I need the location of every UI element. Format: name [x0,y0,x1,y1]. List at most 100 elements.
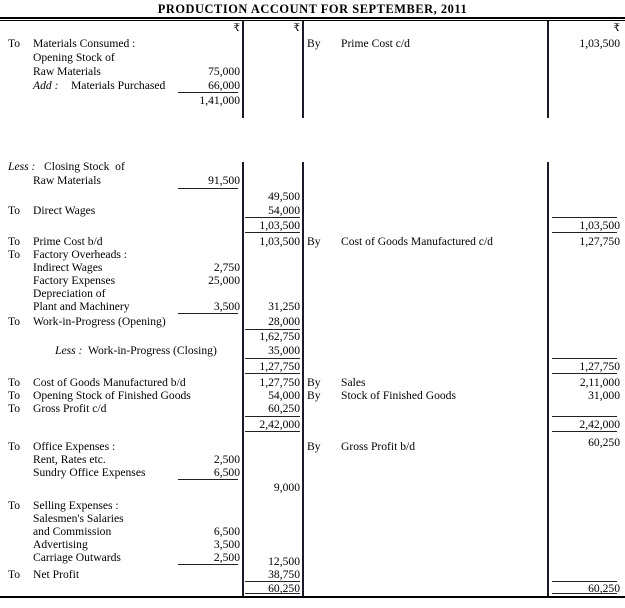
total-rule-below [245,232,300,234]
credit-amount-total: 2,42,000 [579,418,620,431]
divider-debit-credit-lower [302,162,304,596]
total-rule-above [245,416,300,418]
credit-amount: 31,000 [588,389,620,402]
credit-label: Prime Cost c/d [341,37,410,50]
total-rule-above [552,358,617,360]
debit-inner-amount: 66,000 [208,79,240,92]
debit-label: Plant and Machinery [33,300,130,313]
divider-inner-outer-upper [242,21,244,118]
debit-label: Rent, Rates etc. [33,453,106,466]
debit-label: Gross Profit c/d [33,402,107,415]
credit-prefix: By [307,389,321,402]
debit-inner-amount: 1,41,000 [199,94,240,107]
debit-label: Advertising [33,538,88,551]
debit-label: Opening Stock of [33,51,115,64]
subtotal-rule [178,188,238,190]
debit-outer-total: 1,03,500 [259,219,300,232]
debit-label: Materials Purchased [71,79,166,92]
debit-outer-amount: 9,000 [273,481,300,494]
subtotal-rule [178,564,238,566]
debit-outer-amount: 1,03,500 [259,235,300,248]
credit-amount: 1,03,500 [579,37,620,50]
debit-outer-amount: 1,62,750 [259,330,300,343]
credit-amount: 1,27,750 [579,235,620,248]
debit-label: Cost of Goods Manufactured b/d [33,376,186,389]
debit-prefix: To [8,499,21,512]
debit-prefix: To [8,376,21,389]
debit-prefix: To [8,248,21,261]
debit-inner-amount: 75,000 [208,65,240,78]
credit-prefix: By [307,37,321,50]
total-rule-below [245,431,300,433]
total-rule-below [245,373,300,375]
total-rule-above [552,217,617,219]
debit-label: Factory Expenses [33,274,116,287]
debit-label-italic: Less : [55,344,83,357]
debit-label: Carriage Outwards [33,551,121,564]
total-rule-above [552,416,617,418]
total-rule-below [552,431,617,433]
debit-label: Prime Cost b/d [33,235,103,248]
total-rule-below [552,593,617,595]
debit-label: Indirect Wages [33,261,103,274]
credit-label: Sales [341,376,366,389]
debit-outer-amount: 28,000 [268,315,300,328]
debit-prefix: To [8,402,21,415]
subtotal-rule [178,313,238,315]
debit-inner-amount: 2,500 [213,453,240,466]
debit-label: Factory Overheads : [33,248,128,261]
debit-label: Work-in-Progress (Opening) [33,315,166,328]
debit-label-italic: Less : [8,160,36,173]
debit-outer-amount: 35,000 [268,344,300,357]
debit-label: Closing Stock of [44,160,125,173]
credit-prefix: By [307,235,321,248]
debit-inner-amount: 2,750 [213,261,240,274]
debit-label: Opening Stock of Finished Goods [33,389,191,402]
credit-label: Gross Profit b/d [341,440,416,453]
debit-label: Selling Expenses : [33,499,119,512]
debit-label: Work-in-Progress (Closing) [88,344,217,357]
production-account-ledger: PRODUCTION ACCOUNT FOR SEPTEMBER, 2011 ₹… [0,0,625,608]
credit-amount: 2,11,000 [579,376,620,389]
credit-prefix: By [307,440,321,453]
subtotal-rule [178,479,238,481]
total-rule-above [245,358,300,360]
debit-prefix: To [8,315,21,328]
credit-column-header: ₹ [613,23,620,34]
debit-outer-amount: 38,750 [268,568,300,581]
outer-column-header: ₹ [293,23,300,34]
page-title: PRODUCTION ACCOUNT FOR SEPTEMBER, 2011 [157,2,468,16]
debit-prefix: To [8,568,21,581]
debit-prefix: To [8,37,21,50]
divider-credit-amount-upper [547,21,549,118]
debit-label: Sundry Office Expenses [33,466,146,479]
debit-label: Salesmen's Salaries [33,512,124,525]
debit-outer-total: 2,42,000 [259,418,300,431]
debit-outer-amount: 12,500 [268,555,300,568]
credit-prefix: By [307,376,321,389]
credit-label: Cost of Goods Manufactured c/d [341,235,493,248]
debit-inner-amount: 6,500 [213,466,240,479]
divider-debit-credit-upper [302,21,304,118]
inner-column-header: ₹ [233,23,240,34]
debit-label: Office Expenses : [33,440,116,453]
debit-outer-amount: 49,500 [268,190,300,203]
total-rule-below [552,232,617,234]
total-rule-below [245,593,300,595]
debit-inner-amount: 3,500 [213,538,240,551]
debit-label: and Commission [33,525,112,538]
debit-outer-amount: 31,250 [268,300,300,313]
debit-label: Raw Materials [33,65,101,78]
debit-outer-amount: 54,000 [268,389,300,402]
total-rule-below [552,373,617,375]
debit-outer-amount: 1,27,750 [259,376,300,389]
debit-label: Raw Materials [33,174,101,187]
total-rule-above [245,217,300,219]
credit-amount-total: 1,03,500 [579,219,620,232]
credit-label: Stock of Finished Goods [341,389,456,402]
debit-label: Net Profit [33,568,80,581]
debit-prefix: To [8,389,21,402]
credit-amount: 60,250 [588,436,620,449]
table-bottom-border [0,596,625,599]
debit-outer-amount: 54,000 [268,204,300,217]
